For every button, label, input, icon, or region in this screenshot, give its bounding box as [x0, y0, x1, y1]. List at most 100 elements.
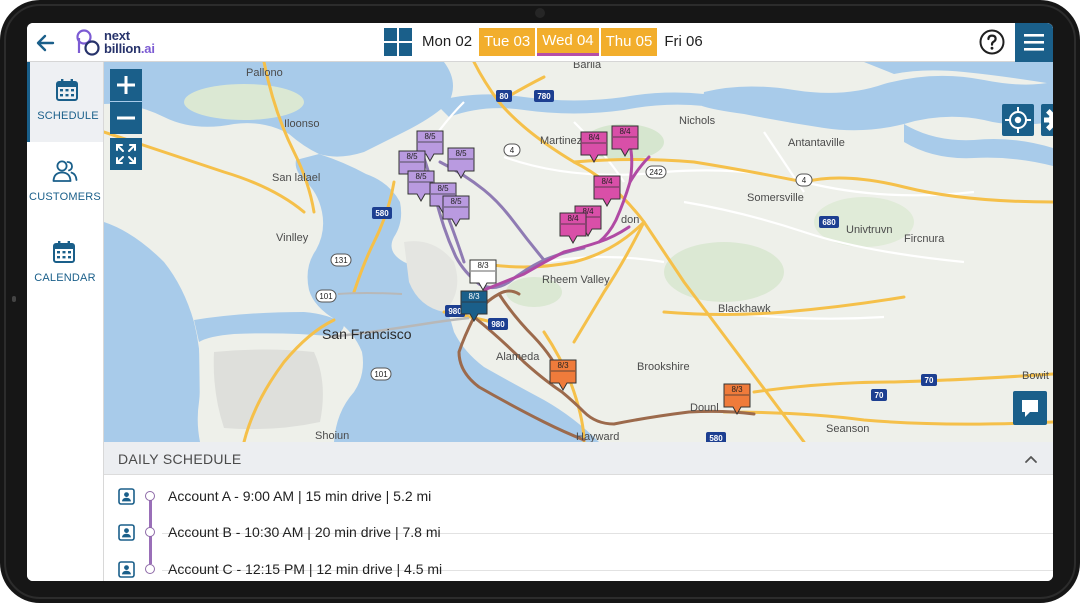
- question-circle-icon[interactable]: [979, 29, 1005, 55]
- logo-line2-main: billion: [104, 41, 141, 56]
- map-pin[interactable]: 8/3: [549, 359, 577, 393]
- week-view-icon[interactable]: [384, 28, 412, 56]
- day-tab-wed[interactable]: Wed 04: [537, 28, 599, 56]
- top-bar: next billion.ai Mon 02 Tue 03 Wed 04 Thu…: [27, 23, 1053, 62]
- place-nichols: Nichols: [679, 115, 716, 127]
- map-pin[interactable]: 8/5: [447, 147, 475, 181]
- locate-button[interactable]: [1002, 104, 1034, 136]
- schedule-header[interactable]: DAILY SCHEDULE: [104, 442, 1053, 475]
- sidebar-item-label: CUSTOMERS: [29, 191, 101, 203]
- hamburger-icon: [1024, 34, 1044, 51]
- map-pin-label: 8/4: [601, 177, 613, 186]
- map-pin-label: 8/4: [588, 133, 600, 142]
- shield-242: 242: [649, 168, 663, 177]
- home-sensor: [12, 296, 16, 302]
- place-univtruvn: Univtruvn: [846, 224, 893, 236]
- sidebar-item-label: SCHEDULE: [37, 110, 99, 122]
- map-pin-label: 8/3: [731, 385, 743, 394]
- sidebar-item-schedule[interactable]: SCHEDULE: [27, 62, 103, 142]
- chevron-up-icon[interactable]: [1023, 451, 1039, 467]
- map-pin[interactable]: 8/4: [580, 131, 608, 165]
- day-tab-fri[interactable]: Fri 06: [659, 28, 707, 56]
- plus-icon: [117, 76, 135, 94]
- schedule-row-text: Account B - 10:30 AM | 20 min drive | 7.…: [168, 524, 441, 540]
- timeline-dot: [145, 527, 155, 537]
- sidebar-item-label: CALENDAR: [34, 272, 96, 284]
- sidebar-item-customers[interactable]: CUSTOMERS: [27, 143, 103, 223]
- shield-680: 680: [822, 218, 836, 227]
- map-pin[interactable]: 8/3: [723, 383, 751, 417]
- app-screen: next billion.ai Mon 02 Tue 03 Wed 04 Thu…: [27, 23, 1053, 581]
- map-pin[interactable]: 8/4: [611, 125, 639, 159]
- menu-button[interactable]: [1015, 23, 1053, 62]
- zoom-in-button[interactable]: [110, 69, 142, 101]
- fullscreen-button[interactable]: [110, 138, 142, 170]
- map-pin-label: 8/3: [468, 292, 480, 301]
- place-pallono: Pallono: [246, 67, 283, 79]
- place-san-francisco: San Francisco: [322, 326, 412, 342]
- gear-icon: [1044, 109, 1053, 131]
- place-barila: Barila: [573, 62, 602, 71]
- tablet-frame: next billion.ai Mon 02 Tue 03 Wed 04 Thu…: [0, 0, 1080, 603]
- place-shoiun: Shoiun: [315, 430, 350, 442]
- contact-card-icon: [118, 561, 135, 578]
- place-somersville: Somersville: [747, 192, 804, 204]
- daily-schedule-panel: DAILY SCHEDULE Account A - 9:00 AM | 15 …: [104, 442, 1053, 581]
- place-dounl: Dounl: [690, 402, 719, 414]
- place-vinlley: Vinlley: [276, 232, 309, 244]
- sidebar-item-calendar[interactable]: CALENDAR: [27, 224, 103, 304]
- place-hayward: Hayward: [576, 431, 620, 442]
- schedule-row-account-a[interactable]: Account A - 9:00 AM | 15 min drive | 5.2…: [104, 478, 1053, 514]
- place-antantaville: Antantaville: [788, 137, 845, 149]
- back-arrow-icon[interactable]: [33, 30, 59, 56]
- chat-button[interactable]: [1013, 391, 1047, 425]
- route-map[interactable]: 80 780 4 242 4 680 580 131 101 101 980 9…: [104, 62, 1053, 442]
- contact-card-icon: [118, 524, 135, 541]
- settings-button[interactable]: [1041, 104, 1053, 136]
- shield-980b: 980: [491, 320, 505, 329]
- place-don: don: [621, 214, 640, 226]
- shield-70b: 70: [925, 376, 934, 385]
- timeline-dot: [145, 564, 155, 574]
- place-seanson: Seanson: [826, 423, 870, 435]
- day-tab-mon[interactable]: Mon 02: [417, 28, 477, 56]
- map-pin-label: 8/5: [424, 132, 436, 141]
- map-pin[interactable]: 8/3: [460, 290, 488, 324]
- chat-bubble-icon: [1022, 400, 1038, 417]
- sidebar: SCHEDULE CUSTOMERS CALENDAR: [27, 62, 104, 581]
- place-fircnura: Fircnura: [904, 233, 945, 245]
- map-pin[interactable]: 8/5: [442, 195, 470, 229]
- shield-780: 780: [537, 92, 551, 101]
- day-tab-thu[interactable]: Thu 05: [600, 28, 658, 56]
- map-pin-label: 8/5: [406, 152, 418, 161]
- shield-70: 70: [875, 391, 884, 400]
- shield-580: 580: [375, 209, 389, 218]
- map-pin-label: 8/5: [437, 184, 449, 193]
- day-selector: Mon 02 Tue 03 Wed 04 Thu 05 Fri 06: [417, 28, 710, 56]
- shield-4b: 4: [802, 176, 807, 185]
- place-brookshire: Brookshire: [637, 361, 690, 373]
- day-tab-tue[interactable]: Tue 03: [479, 28, 536, 56]
- schedule-row-account-c[interactable]: Account C - 12:15 PM | 12 min drive | 4.…: [104, 551, 1053, 581]
- schedule-row-account-b[interactable]: Account B - 10:30 AM | 20 min drive | 7.…: [104, 514, 1053, 550]
- timeline-dot: [145, 491, 155, 501]
- schedule-title: DAILY SCHEDULE: [118, 451, 242, 467]
- zoom-out-button[interactable]: [110, 102, 142, 134]
- map-pin[interactable]: 8/3: [469, 259, 497, 293]
- map-pin-label: 8/4: [567, 214, 579, 223]
- map-pin-label: 8/5: [455, 149, 467, 158]
- shield-80: 80: [500, 92, 509, 101]
- map-pin-label: 8/3: [557, 361, 569, 370]
- place-martinez: Martinez: [540, 135, 583, 147]
- shield-131: 131: [334, 256, 348, 265]
- place-san-lalael: San lalael: [272, 172, 321, 184]
- logo-suffix: .ai: [140, 41, 155, 56]
- place-iloonso: Iloonso: [284, 118, 320, 130]
- shield-101b: 101: [374, 370, 388, 379]
- map-basemap: 80 780 4 242 4 680 580 131 101 101 980 9…: [104, 62, 1053, 442]
- shield-580b: 580: [709, 434, 723, 442]
- crosshair-icon: [1005, 107, 1031, 133]
- map-pin[interactable]: 8/4: [593, 175, 621, 209]
- schedule-row-text: Account A - 9:00 AM | 15 min drive | 5.2…: [168, 488, 432, 504]
- map-pin[interactable]: 8/4: [559, 212, 587, 246]
